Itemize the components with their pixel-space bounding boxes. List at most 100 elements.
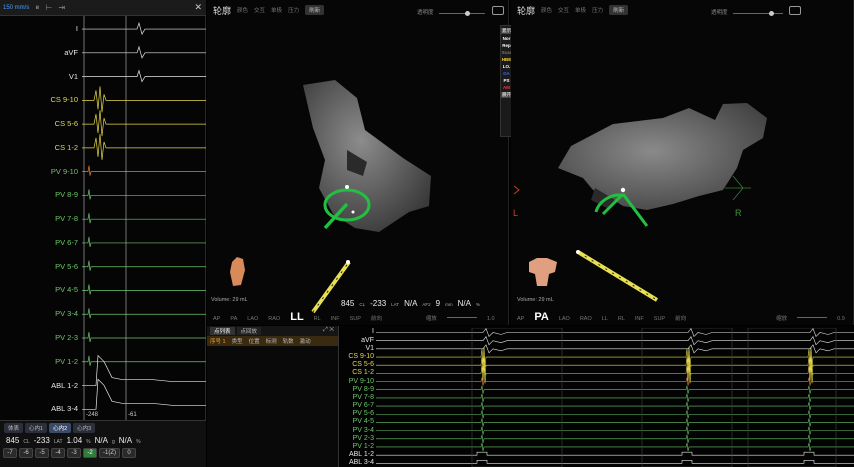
mm-value: 9 <box>435 299 441 308</box>
egm-channel-label: ABL 1-2 <box>51 380 78 390</box>
egm-trace <box>82 86 206 113</box>
strip-channel-labels: IaVF V1 CS 9-10 CS 5-6 CS 1-2 PV 9-10 PV 8-9 PV… <box>340 328 374 467</box>
egm-traces[interactable]: -248 -61 <box>82 16 206 420</box>
strip-channel-label: PV 1-2 <box>352 442 374 450</box>
view-inf[interactable]: INF <box>635 316 644 322</box>
map-panel-right[interactable]: 轮廓 颜色 交互 单极 压力 刷新 透明度 L R Volume: 29 mL … <box>511 0 854 325</box>
egm-trace <box>82 331 206 343</box>
egm-strip-panel: IaVF V1 CS 9-10 CS 5-6 CS 1-2 PV 9-10 PV 8-9 PV… <box>340 326 854 467</box>
egm-trace <box>82 69 206 83</box>
na1-value: N/A <box>94 436 108 445</box>
strip-trace <box>376 442 854 452</box>
cl-unit: CL <box>23 439 30 445</box>
view-forward[interactable]: 前向 <box>371 314 382 322</box>
cs-tip <box>576 250 580 254</box>
strip-channel-label: PV 5-6 <box>352 410 374 418</box>
strip-channel-label: CS 1-2 <box>352 369 374 377</box>
lasso-tip <box>345 185 349 189</box>
egm-tab[interactable]: 体表 <box>4 423 24 433</box>
col-position[interactable]: 位置 <box>249 337 260 345</box>
view-rl[interactable]: RL <box>314 316 321 322</box>
egm-tab[interactable]: 心内3 <box>73 423 96 433</box>
cs-tip <box>346 260 350 264</box>
view-ll[interactable]: LL <box>602 316 608 322</box>
view-active[interactable]: LL <box>290 311 303 323</box>
cs-catheter <box>576 250 659 302</box>
strip-channel-label: ABL 1-2 <box>348 451 374 459</box>
egm-channel-label: PV 4-5 <box>55 285 78 295</box>
strip-channel-label: V1 <box>365 344 374 352</box>
col-activation[interactable]: 激动 <box>300 337 311 345</box>
col-index[interactable]: 序号 1 <box>210 337 226 345</box>
close-icon[interactable]: ✕ <box>194 2 202 13</box>
map-left-render[interactable] <box>207 0 509 325</box>
egm-channel-label: PV 9-10 <box>50 166 78 176</box>
egm-trace <box>82 213 206 224</box>
view-pa[interactable]: PA <box>230 316 237 322</box>
map-panel-left[interactable]: 轮廓 颜色 交互 单极 压力 刷新 透明度 Volume: 29 mL 845 … <box>207 0 509 325</box>
pause-icon[interactable]: ⏸ <box>35 3 39 13</box>
col-mapping[interactable]: 标测 <box>266 337 277 345</box>
shift-button[interactable]: -4 <box>51 448 65 458</box>
view-rl[interactable]: RL <box>618 316 625 322</box>
speed-select[interactable]: 150 mm/s <box>3 5 29 11</box>
tab-point-list[interactable]: 点列表 <box>210 327 235 335</box>
egm-trace <box>82 355 206 366</box>
shift-button[interactable]: -7 <box>3 448 17 458</box>
view-sup[interactable]: SUP <box>654 316 665 322</box>
egm-trace <box>82 378 206 410</box>
shift-button[interactable]: -6 <box>19 448 33 458</box>
shift-button[interactable]: -3 <box>67 448 81 458</box>
egm-tab[interactable]: 心内1 <box>25 423 48 433</box>
view-active[interactable]: PA <box>534 311 548 323</box>
zoom-slider[interactable] <box>797 317 828 318</box>
map-right-render[interactable] <box>511 0 854 325</box>
view-forward[interactable]: 前向 <box>675 314 686 322</box>
shift-button[interactable]: -2 <box>83 448 97 458</box>
col-type[interactable]: 类型 <box>232 337 243 345</box>
egm-trace <box>82 354 206 386</box>
strip-trace <box>376 328 854 338</box>
cl-unit: CL <box>359 302 366 307</box>
egm-channel-label: PV 2-3 <box>55 333 78 342</box>
view-rao[interactable]: RAO <box>268 316 280 322</box>
egm-panel: 150 mm/s ⏸ ⊢ ⇥ ✕ IaVF V1 CS 9-10 CS 5-6 CS 1… <box>0 0 206 467</box>
view-sup[interactable]: SUP <box>350 316 361 322</box>
tab-point-replay[interactable]: 点回放 <box>236 327 262 335</box>
strip-channel-label: PV 9-10 <box>348 377 374 385</box>
zoom-slider[interactable] <box>446 317 477 318</box>
strip-trace <box>376 363 854 384</box>
map-left-readout: 845 CL -233 LAT N/A AF2 9 mm N/A % <box>341 299 480 308</box>
zoom-value: 0.9 <box>837 316 845 322</box>
strip-trace <box>376 451 854 456</box>
caliper-icon[interactable]: ⊢ <box>45 3 52 12</box>
strip-traces[interactable] <box>376 328 854 467</box>
view-ap[interactable]: AP <box>517 316 524 322</box>
arrow-icon[interactable]: ⇥ <box>58 3 65 12</box>
strip-trace <box>376 344 854 354</box>
strip-trace <box>376 355 854 376</box>
shift-button[interactable]: -1(Z) <box>99 448 120 458</box>
strip-channel-label: PV 3-4 <box>352 426 374 434</box>
body-orientation-icon <box>529 258 557 286</box>
view-inf[interactable]: INF <box>331 316 340 322</box>
view-lao[interactable]: LAO <box>247 316 258 322</box>
view-ap[interactable]: AP <box>213 316 220 322</box>
strip-trace <box>376 347 854 368</box>
shift-button[interactable]: 0 <box>122 448 136 458</box>
map-left-view-buttons: AP PA LAO RAO LL RL INF SUP 前向 缩放 1.0 <box>213 311 495 323</box>
egm-channel-label: PV 7-8 <box>55 214 78 224</box>
shift-button[interactable]: -5 <box>35 448 49 458</box>
view-rao[interactable]: RAO <box>580 316 592 322</box>
lat-unit: LAT <box>53 439 63 445</box>
strip-channel-label: aVF <box>361 336 374 344</box>
egm-channel-label: CS 5-6 <box>54 119 78 129</box>
col-tracks[interactable]: 轨数 <box>283 337 294 345</box>
view-lao[interactable]: LAO <box>559 316 570 322</box>
egm-trace <box>82 21 206 35</box>
egm-channel-label: aVF <box>64 47 78 57</box>
strip-trace <box>376 393 854 402</box>
egm-trace <box>82 308 206 319</box>
list-panel-controls[interactable]: ⤢ ✕ <box>323 327 334 334</box>
egm-tab[interactable]: 心内2 <box>49 423 72 433</box>
